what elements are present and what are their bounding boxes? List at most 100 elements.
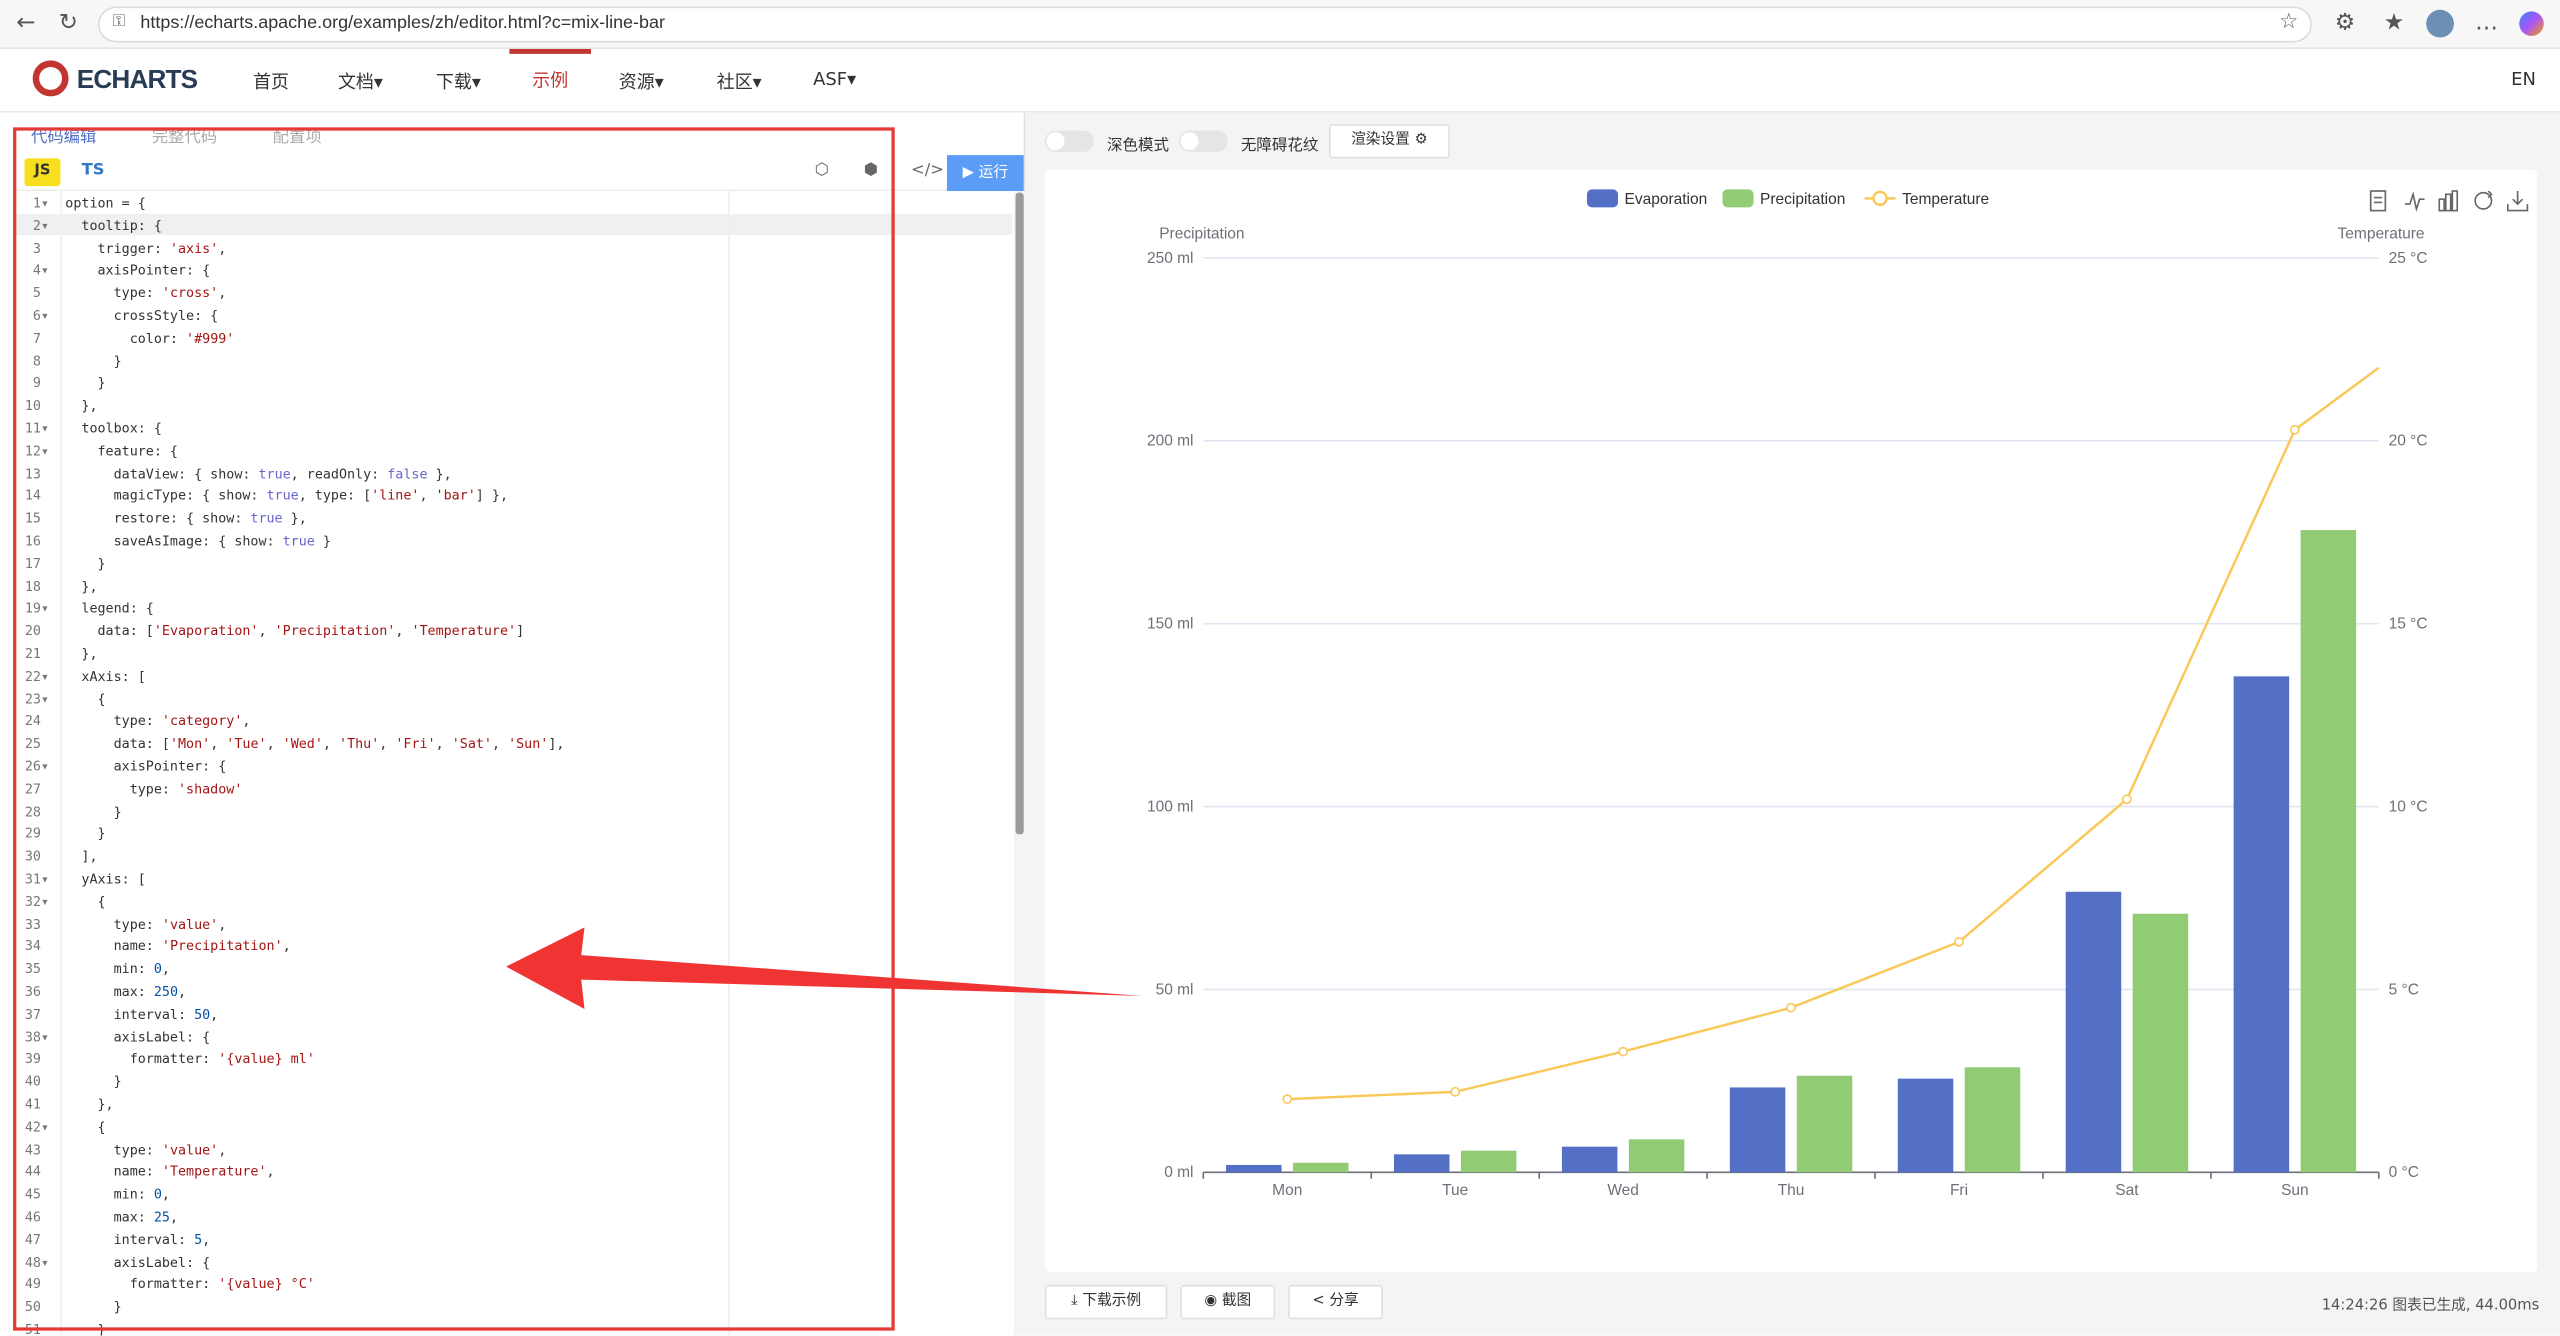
temperature-point [2122, 794, 2132, 805]
x-tick-label: Mon [1272, 1182, 1302, 1199]
nav-examples[interactable]: 示例 [532, 67, 568, 93]
bar-type-icon[interactable] [2438, 190, 2459, 212]
x-tick-label: Tue [1442, 1182, 1468, 1199]
bar-evaporation [1561, 1146, 1618, 1173]
temperature-point [1954, 936, 1964, 947]
render-status: 14:24:26 图表已生成, 44.00ms [2321, 1297, 2540, 1315]
y-right-tick-label: 10 °C [2389, 798, 2428, 815]
download-example-button[interactable]: ⤓ 下载示例 [1044, 1284, 1168, 1320]
nav-home[interactable]: 首页 [253, 69, 289, 95]
bar-precipitation [1460, 1150, 1517, 1173]
y-left-tick-label: 0 ml [1164, 1164, 1193, 1181]
save-image-icon[interactable] [2507, 191, 2529, 212]
dark-mode-toggle[interactable] [1044, 130, 1094, 152]
y-right-axis-name: Temperature [2338, 225, 2425, 242]
highlight-box [13, 127, 895, 1331]
back-arrow-icon[interactable]: ← [16, 10, 35, 36]
temperature-point [1618, 1046, 1629, 1057]
star-icon[interactable]: ☆ [2279, 10, 2298, 36]
legend-swatch-precipitation [1722, 189, 1754, 208]
profile-avatar[interactable] [2426, 9, 2454, 38]
icon-part [2451, 190, 2459, 212]
legend-label: Temperature [1902, 191, 1989, 208]
editor-scroll-thumb[interactable] [1015, 192, 1024, 835]
settings-icon: ⚙ [1414, 132, 1428, 149]
favorites-icon[interactable]: ★ [2384, 10, 2405, 36]
nav-download[interactable]: 下载▾ [436, 69, 481, 95]
echarts-logo-icon[interactable] [32, 60, 69, 97]
temperature-point [1786, 1002, 1796, 1013]
y-right-tick-label: 20 °C [2389, 433, 2428, 450]
temperature-point [1282, 1094, 1293, 1105]
legend-swatch-point [1872, 190, 1888, 207]
decal-toggle[interactable] [1178, 130, 1228, 152]
line-type-icon[interactable] [2404, 191, 2425, 213]
more-menu-icon[interactable]: … [2475, 10, 2498, 36]
x-tick-label: Fri [1950, 1182, 1968, 1199]
legend-label: Evaporation [1625, 191, 1708, 208]
y-right-tick-label: 5 °C [2389, 981, 2419, 998]
y-left-tick-label: 50 ml [1156, 981, 1194, 998]
y-left-tick-label: 250 ml [1147, 250, 1194, 267]
nav-community[interactable]: 社区▾ [717, 69, 762, 95]
nav-resources[interactable]: 资源▾ [619, 69, 664, 95]
camera-icon: ◉ [1204, 1293, 1222, 1310]
play-icon: ▶ [962, 164, 979, 182]
bar-precipitation [1964, 1067, 2021, 1173]
x-tick-label: Sun [2281, 1182, 2309, 1199]
download-icon: ⤓ [1071, 1293, 1083, 1310]
icon-part [2474, 191, 2493, 210]
data-view-icon[interactable] [2369, 190, 2387, 212]
y-left-tick-label: 100 ml [1147, 798, 1194, 815]
nav-docs[interactable]: 文档▾ [338, 69, 383, 95]
red-arrow-annotation [506, 927, 1143, 1010]
icon-part [2369, 190, 2387, 212]
icon-part [2404, 191, 2425, 213]
bar-evaporation [1897, 1078, 1954, 1173]
bar-precipitation [2132, 913, 2189, 1173]
x-tick-label: Thu [1778, 1182, 1805, 1199]
x-tick-label: Wed [1607, 1182, 1639, 1199]
reload-icon[interactable]: ↻ [59, 10, 78, 36]
extensions-icon[interactable]: ⚙ [2335, 10, 2356, 36]
dark-mode-label: 深色模式 [1106, 137, 1170, 156]
y-left-tick-label: 150 ml [1147, 616, 1194, 633]
url-text[interactable]: https://echarts.apache.org/examples/zh/e… [140, 13, 665, 33]
bar-evaporation [1393, 1154, 1450, 1173]
bar-evaporation [1226, 1164, 1282, 1173]
bar-precipitation [1628, 1139, 1685, 1173]
y-left-axis-name: Precipitation [1159, 225, 1244, 242]
x-tick-label: Sat [2115, 1182, 2139, 1199]
share-icon: < [1312, 1293, 1330, 1310]
bar-evaporation [2065, 891, 2122, 1173]
nav-asf[interactable]: ASF▾ [813, 69, 856, 90]
y-left-tick-label: 200 ml [1147, 433, 1194, 450]
icon-part [2438, 198, 2445, 212]
lock-icon: ⚿ [112, 13, 126, 32]
site-navbar [0, 48, 2560, 113]
legend-swatch-evaporation [1586, 189, 1619, 208]
temperature-point [2289, 424, 2300, 435]
bar-evaporation [1729, 1087, 1786, 1173]
code-icon[interactable]: </> [911, 162, 944, 180]
restore-icon[interactable] [2474, 190, 2493, 210]
copilot-icon[interactable] [2519, 11, 2544, 36]
legend-label: Precipitation [1760, 191, 1845, 208]
share-button[interactable]: < 分享 [1288, 1284, 1383, 1320]
y-right-tick-label: 25 °C [2389, 250, 2428, 267]
y-right-tick-label: 0 °C [2389, 1164, 2419, 1181]
language-switch[interactable]: EN [2511, 69, 2536, 90]
bar-precipitation [1292, 1162, 1349, 1173]
run-button[interactable]: ▶ 运行 [946, 155, 1024, 192]
bar-evaporation [2233, 676, 2290, 1173]
icon-part [2444, 193, 2452, 212]
bar-precipitation [1796, 1075, 1853, 1173]
temperature-point [1450, 1086, 1461, 1097]
bar-precipitation [2300, 530, 2357, 1173]
logo-text[interactable]: ECHARTS [77, 67, 198, 96]
y-right-tick-label: 15 °C [2389, 616, 2428, 633]
mix-line-bar-chart[interactable]: 0 ml 0 °C 50 ml 5 °C 100 ml 10 °C 150 ml 15 °C 2… [1045, 170, 2537, 1272]
render-settings-button[interactable]: 渲染设置 ⚙ [1329, 124, 1450, 159]
screenshot-button[interactable]: ◉ 截图 [1180, 1284, 1276, 1320]
decal-label: 无障碍花纹 [1240, 137, 1319, 156]
